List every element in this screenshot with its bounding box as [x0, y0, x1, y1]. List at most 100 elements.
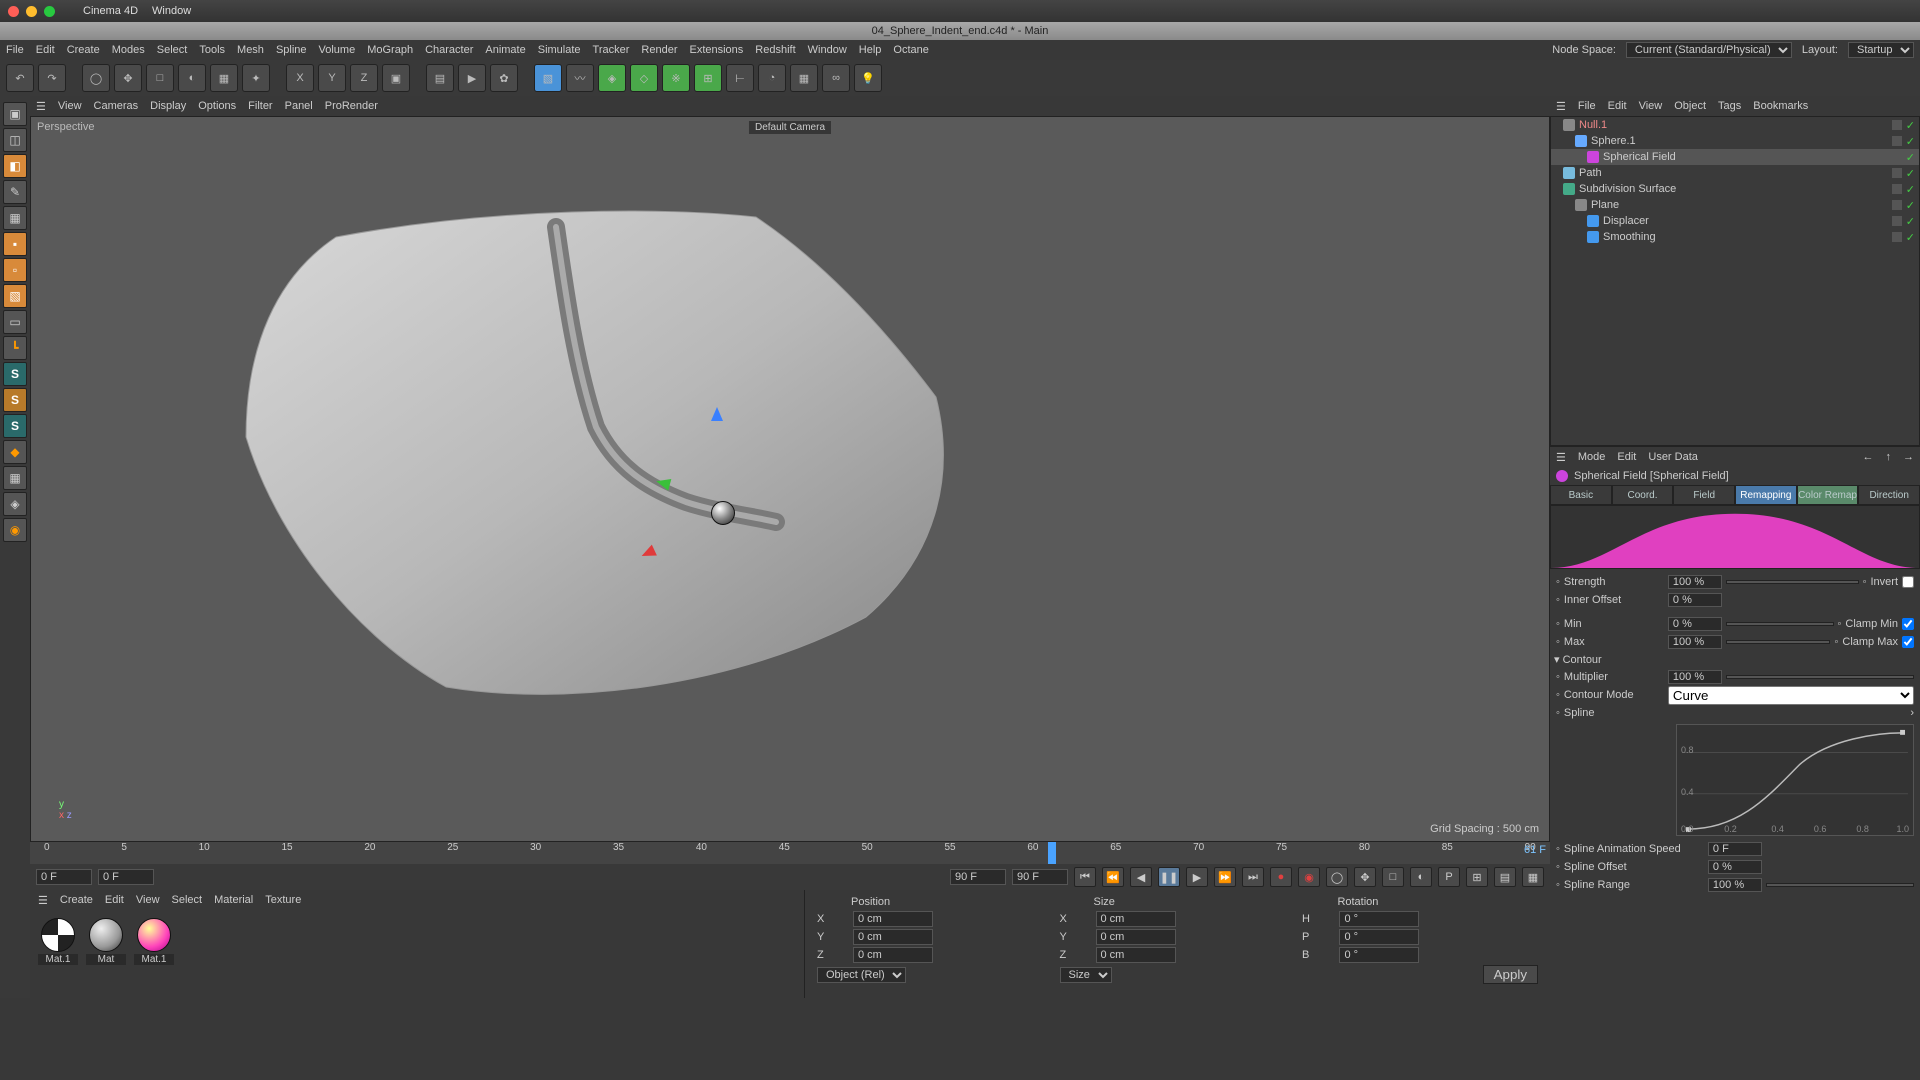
layer-dot-icon[interactable]	[1892, 184, 1902, 194]
select-tool[interactable]: ◯	[82, 64, 110, 92]
axis-x-button[interactable]: X	[286, 64, 314, 92]
tree-item[interactable]: Spherical Field✓	[1551, 149, 1919, 165]
mat-menu-edit[interactable]: Edit	[105, 894, 124, 906]
apply-button[interactable]: Apply	[1483, 965, 1538, 984]
menu-mograph[interactable]: MoGraph	[367, 44, 413, 56]
menu-edit[interactable]: Edit	[36, 44, 55, 56]
menu-render[interactable]: Render	[641, 44, 677, 56]
key-selection-button[interactable]: ◯	[1326, 867, 1348, 887]
spline-expand-icon[interactable]: ›	[1910, 707, 1914, 719]
menu-extensions[interactable]: Extensions	[689, 44, 743, 56]
material-item[interactable]: Mat.1	[38, 918, 78, 965]
mat-hamburger-icon[interactable]: ☰	[38, 894, 48, 907]
key-pla-button[interactable]: ⊞	[1466, 867, 1488, 887]
menu-redshift[interactable]: Redshift	[755, 44, 795, 56]
rot-h-input[interactable]	[1339, 911, 1419, 927]
scale-tool[interactable]: □	[146, 64, 174, 92]
visibility-icon[interactable]: ✓	[1906, 151, 1915, 164]
material-item[interactable]: Mat.1	[134, 918, 174, 965]
tab-remapping[interactable]: Remapping	[1735, 485, 1797, 505]
go-end-button[interactable]: ⏭	[1242, 867, 1264, 887]
snap-s1-icon[interactable]: S	[3, 362, 27, 386]
max-slider[interactable]	[1726, 640, 1831, 644]
menu-tools[interactable]: Tools	[199, 44, 225, 56]
render-view-button[interactable]: ▤	[426, 64, 454, 92]
visibility-icon[interactable]: ✓	[1906, 119, 1915, 132]
mac-app-name[interactable]: Cinema 4D	[83, 5, 138, 17]
floor-button[interactable]: ▦	[790, 64, 818, 92]
rot-p-input[interactable]	[1339, 929, 1419, 945]
menu-spline[interactable]: Spline	[276, 44, 307, 56]
am-hamburger-icon[interactable]: ☰	[1556, 451, 1566, 464]
point-mode-icon[interactable]: ▪	[3, 232, 27, 256]
bulb-icon[interactable]: 💡	[854, 64, 882, 92]
tab-coord[interactable]: Coord.	[1612, 485, 1674, 505]
visibility-icon[interactable]: ✓	[1906, 167, 1915, 180]
undo-button[interactable]: ↶	[6, 64, 34, 92]
clamp-max-checkbox[interactable]	[1902, 636, 1914, 648]
coord-mode-select[interactable]: Object (Rel)	[817, 967, 906, 983]
multiplier-slider[interactable]	[1726, 675, 1914, 679]
next-frame-button[interactable]: ▶	[1186, 867, 1208, 887]
visibility-icon[interactable]: ✓	[1906, 199, 1915, 212]
move-tool[interactable]: ✥	[114, 64, 142, 92]
visibility-icon[interactable]: ✓	[1906, 135, 1915, 148]
min-slider[interactable]	[1726, 622, 1834, 626]
mat-menu-create[interactable]: Create	[60, 894, 93, 906]
redo-button[interactable]: ↷	[38, 64, 66, 92]
deformer-button[interactable]: ◇	[630, 64, 658, 92]
render-settings-button[interactable]: ✿	[490, 64, 518, 92]
poly-mode-icon[interactable]: ▧	[3, 284, 27, 308]
coord-system-button[interactable]: ▣	[382, 64, 410, 92]
om-hamburger-icon[interactable]: ☰	[1556, 100, 1566, 113]
om-menu-bookmarks[interactable]: Bookmarks	[1753, 100, 1808, 112]
tree-item[interactable]: Path✓	[1551, 165, 1919, 181]
spline-primitive-button[interactable]: 〰	[566, 64, 594, 92]
tree-item[interactable]: Plane✓	[1551, 197, 1919, 213]
tab-basic[interactable]: Basic	[1550, 485, 1612, 505]
vp-menu-filter[interactable]: Filter	[248, 100, 272, 112]
spline-offset-input[interactable]	[1708, 860, 1762, 874]
menu-select[interactable]: Select	[157, 44, 188, 56]
timeline-button[interactable]: ▤	[1494, 867, 1516, 887]
menu-character[interactable]: Character	[425, 44, 473, 56]
layer-dot-icon[interactable]	[1892, 152, 1902, 162]
menu-tracker[interactable]: Tracker	[593, 44, 630, 56]
axis-y-icon[interactable]	[711, 407, 723, 421]
nav-fwd-icon[interactable]: →	[1903, 451, 1914, 463]
axis-z-button[interactable]: Z	[350, 64, 378, 92]
tree-item[interactable]: Displacer✓	[1551, 213, 1919, 229]
camera-button[interactable]: ◔	[758, 64, 786, 92]
multiplier-input[interactable]	[1668, 670, 1722, 684]
om-menu-object[interactable]: Object	[1674, 100, 1706, 112]
mat-menu-material[interactable]: Material	[214, 894, 253, 906]
minimize-icon[interactable]	[26, 6, 37, 17]
sphere-object[interactable]	[711, 501, 735, 525]
axis-icon[interactable]: ┗	[3, 336, 27, 360]
menu-octane[interactable]: Octane	[893, 44, 928, 56]
generator-button[interactable]: ◈	[598, 64, 626, 92]
record-button[interactable]: ●	[1270, 867, 1292, 887]
mat-menu-select[interactable]: Select	[172, 894, 203, 906]
pos-x-input[interactable]	[853, 911, 933, 927]
pos-y-input[interactable]	[853, 929, 933, 945]
preview-end-input[interactable]	[950, 869, 1006, 885]
om-menu-tags[interactable]: Tags	[1718, 100, 1741, 112]
snap-s3-icon[interactable]: S	[3, 414, 27, 438]
vp-menu-view[interactable]: View	[58, 100, 82, 112]
menu-simulate[interactable]: Simulate	[538, 44, 581, 56]
tree-item[interactable]: Null.1✓	[1551, 117, 1919, 133]
autokey-button[interactable]: ◉	[1298, 867, 1320, 887]
material-item[interactable]: Mat	[86, 918, 126, 965]
go-prev-key-button[interactable]: ⏪	[1102, 867, 1124, 887]
vp-menu-options[interactable]: Options	[198, 100, 236, 112]
key-pos-button[interactable]: ✥	[1354, 867, 1376, 887]
go-start-button[interactable]: ⏮	[1074, 867, 1096, 887]
key-rot-button[interactable]: ◐	[1410, 867, 1432, 887]
layer-dot-icon[interactable]	[1892, 200, 1902, 210]
dopesheet-button[interactable]: ▦	[1522, 867, 1544, 887]
texture-mode-icon[interactable]: ◫	[3, 128, 27, 152]
prev-frame-button[interactable]: ◀	[1130, 867, 1152, 887]
tab-field[interactable]: Field	[1673, 485, 1735, 505]
light-button[interactable]: ∞	[822, 64, 850, 92]
